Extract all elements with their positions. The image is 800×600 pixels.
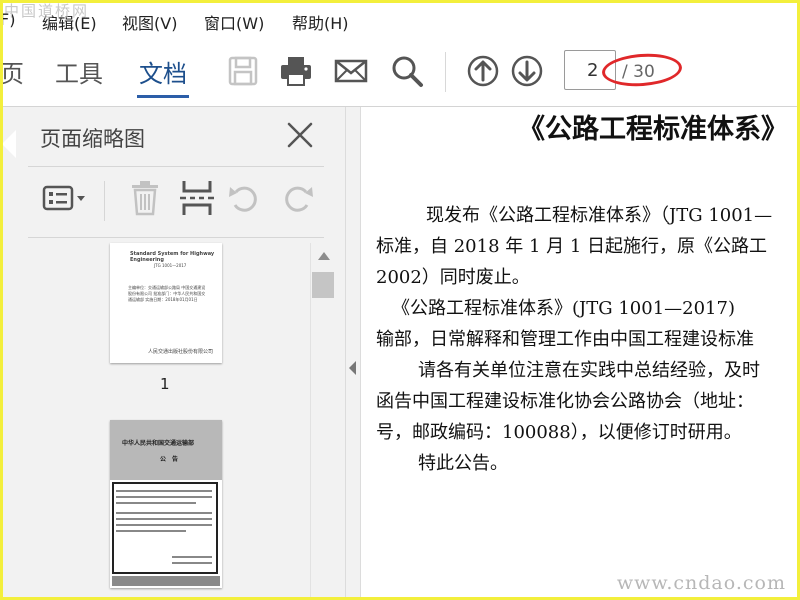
document-view: 《公路工程标准体系》 现发布《公路工程标准体系》（JTG 1001— 标准，自 … [362, 107, 800, 600]
watermark-top: 中国道桥网 [4, 2, 90, 20]
doc-paragraph-line: 标准，自 2018 年 1 月 1 日起施行，原《公路工 [376, 236, 768, 257]
rotate-right-icon[interactable] [278, 179, 316, 217]
doc-paragraph-line: 函告中国工程建设标准化协会公路协会（地址： [376, 391, 754, 412]
save-icon[interactable] [226, 54, 260, 88]
insert-page-icon[interactable] [178, 179, 216, 217]
thumb2-notice: 公 告 [160, 456, 179, 463]
thumb2-line [116, 490, 212, 492]
doc-paragraph-line: 号，邮政编码：100088），以便修订时研用。 [376, 422, 742, 443]
trash-icon[interactable] [126, 179, 164, 217]
tab-home[interactable]: 页 [0, 54, 24, 89]
thumb1-title: Standard System for Highway Engineering [130, 251, 215, 263]
thumb2-line [116, 518, 212, 520]
thumb2-line [116, 530, 186, 532]
document-title: 《公路工程标准体系》 [518, 114, 788, 145]
thumb2-line [116, 496, 212, 498]
thumb2-line [116, 512, 212, 514]
tools-separator [104, 181, 105, 221]
thumb1-body: 主编单位：交通运输部公路局 中国交通建设股份有限公司 批准部门：中华人民共和国交… [128, 285, 206, 302]
thumb2-ministry: 中华人民共和国交通运输部 [122, 440, 195, 447]
thumb1-publisher: 人民交通出版社股份有限公司 [148, 349, 214, 355]
collapse-panel-arrow-icon[interactable] [349, 361, 356, 375]
toolbar-separator [445, 52, 446, 92]
print-icon[interactable] [279, 54, 313, 88]
thumbnail-label-1: 1 [160, 375, 170, 393]
thumbnail-options-icon[interactable] [40, 179, 90, 217]
scroll-up-arrow-icon[interactable] [318, 252, 330, 260]
panel-title: 页面缩略图 [40, 127, 145, 151]
arrow-up-circle-icon[interactable] [466, 54, 500, 88]
tab-document[interactable]: 文档 [137, 54, 189, 98]
page-thumbnail-1[interactable]: Standard System for Highway Engineering … [110, 243, 222, 363]
search-icon[interactable] [390, 54, 424, 88]
page-thumbnail-2[interactable]: 中华人民共和国交通运输部 公 告 [110, 420, 222, 588]
watermark-bottom: www.cndao.com [616, 572, 786, 594]
mail-icon[interactable] [334, 54, 368, 88]
menu-bar: F) 编辑(E) 视图(V) 窗口(W) 帮助(H) [0, 0, 800, 41]
arrow-down-circle-icon[interactable] [510, 54, 544, 88]
menu-help[interactable]: 帮助(H) [292, 10, 349, 34]
tab-tools[interactable]: 工具 [55, 54, 103, 89]
doc-paragraph-line: 请各有关单位注意在实践中总结经验，及时 [418, 360, 760, 381]
close-icon[interactable] [286, 121, 314, 149]
thumb2-header [110, 420, 222, 480]
rotate-left-icon[interactable] [226, 179, 264, 217]
doc-paragraph-line: 现发布《公路工程标准体系》（JTG 1001— [426, 205, 773, 226]
menu-window[interactable]: 窗口(W) [204, 10, 264, 34]
doc-paragraph-line: 2002）同时废止。 [376, 267, 530, 288]
thumb1-code: JTG 1001—2017 [154, 263, 187, 268]
toolbar: 页 工具 文档 2 / 30 [0, 40, 800, 107]
thumb2-line [116, 502, 196, 504]
thumb2-footer [112, 576, 220, 586]
scrollbar-thumb[interactable] [312, 272, 334, 298]
thumbnail-toolbar [28, 166, 324, 238]
doc-paragraph-line: 特此公告。 [418, 453, 508, 474]
thumb2-line [116, 524, 212, 526]
thumb2-line [172, 556, 212, 558]
doc-paragraph-line: 《公路工程标准体系》(JTG 1001—2017) [392, 298, 735, 319]
panel-splitter[interactable] [345, 107, 361, 600]
thumb2-line [172, 562, 212, 564]
doc-paragraph-line: 输部，日常解释和管理工作由中国工程建设标准 [376, 329, 754, 350]
panel-collapse-arrow-icon [2, 130, 16, 158]
menu-view[interactable]: 视图(V) [122, 10, 177, 34]
